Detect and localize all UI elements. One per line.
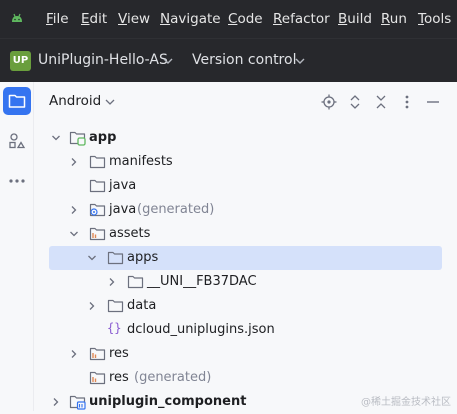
tool-window-strip xyxy=(0,82,34,411)
menu-run[interactable]: Run xyxy=(381,11,407,27)
tree-item-label: app xyxy=(89,130,117,145)
chevron-down-icon[interactable] xyxy=(69,229,79,239)
structure-tool-button[interactable] xyxy=(3,127,31,155)
locate-icon[interactable] xyxy=(320,93,338,111)
project-folder-icon xyxy=(8,94,26,108)
module-folder-icon xyxy=(69,131,86,146)
menu-label: ode xyxy=(237,11,263,27)
menu-label: dit xyxy=(89,11,108,27)
collapse-all-icon[interactable] xyxy=(372,93,390,111)
json-file-icon: {} xyxy=(107,321,122,335)
menu-mnemonic: R xyxy=(273,11,282,27)
tree-item-app[interactable]: app xyxy=(49,126,442,150)
structure-icon xyxy=(9,133,26,149)
tree-item-java[interactable]: java xyxy=(49,174,442,198)
resource-folder-icon xyxy=(89,371,106,385)
library-module-icon xyxy=(69,395,86,410)
menu-build[interactable]: Build xyxy=(338,11,372,27)
menu-label: iew xyxy=(126,11,151,27)
project-tool-button[interactable] xyxy=(3,87,31,115)
menu-navigate[interactable]: Navigate xyxy=(160,11,221,27)
chevron-down-icon[interactable] xyxy=(295,57,305,65)
chevron-right-icon[interactable] xyxy=(51,397,61,407)
main-menu-bar: File Edit View Navigate Code Refactor Bu… xyxy=(0,0,457,38)
folder-icon xyxy=(89,155,106,169)
tree-item-res-generated[interactable]: res (generated) xyxy=(49,366,442,390)
chevron-right-icon[interactable] xyxy=(69,349,79,359)
tree-item-hint: (generated) xyxy=(137,202,215,217)
expand-all-icon[interactable] xyxy=(346,93,364,111)
chevron-down-icon[interactable] xyxy=(87,253,97,263)
resource-folder-icon xyxy=(89,347,106,361)
chevron-down-icon[interactable] xyxy=(163,57,173,65)
hide-icon[interactable] xyxy=(424,93,442,111)
chevron-down-icon[interactable] xyxy=(105,98,115,106)
chevron-down-icon[interactable] xyxy=(51,133,61,143)
tree-item-uni-fb37dac[interactable]: __UNI__FB37DAC xyxy=(49,270,442,294)
more-tools-icon xyxy=(9,179,25,183)
tree-item-manifests[interactable]: manifests xyxy=(49,150,442,174)
tree-item-label: java xyxy=(109,178,137,193)
folder-icon xyxy=(107,251,124,265)
tree-item-label: apps xyxy=(127,250,159,265)
android-studio-icon[interactable] xyxy=(10,12,24,26)
folder-icon xyxy=(89,179,106,193)
tree-item-label: java xyxy=(109,202,137,217)
version-control-dropdown[interactable]: Version control xyxy=(192,52,296,68)
folder-icon xyxy=(127,275,144,289)
more-tools-button[interactable] xyxy=(3,167,31,195)
chevron-right-icon[interactable] xyxy=(69,205,79,215)
tree-item-data[interactable]: data xyxy=(49,294,442,318)
menu-code[interactable]: Code xyxy=(228,11,263,27)
folder-icon xyxy=(107,299,124,313)
watermark-text: @稀土掘金技术社区 xyxy=(361,397,451,408)
menu-label: efactor xyxy=(281,11,330,27)
menu-mnemonic: N xyxy=(160,11,171,27)
generated-folder-icon xyxy=(89,203,106,217)
menu-mnemonic: V xyxy=(118,11,127,27)
tree-item-label: res xyxy=(109,346,129,361)
tree-item-label: manifests xyxy=(109,154,173,169)
tree-item-java-generated[interactable]: java (generated) xyxy=(49,198,442,222)
menu-edit[interactable]: Edit xyxy=(81,11,107,27)
menu-tools[interactable]: Tools xyxy=(418,11,451,27)
options-icon[interactable] xyxy=(398,93,416,111)
menu-label: ile xyxy=(52,11,69,27)
menu-mnemonic: E xyxy=(81,11,90,27)
view-selector[interactable]: Android xyxy=(49,93,101,109)
menu-label: uild xyxy=(347,11,372,27)
tree-item-label: res xyxy=(109,370,129,385)
project-badge[interactable]: UP xyxy=(10,51,31,71)
project-panel: Android app manifests java java (generat… xyxy=(35,82,457,411)
menu-view[interactable]: View xyxy=(118,11,150,27)
chevron-right-icon[interactable] xyxy=(87,301,97,311)
project-toolbar: UP UniPlugin-Hello-AS Version control xyxy=(0,38,457,82)
menu-label: un xyxy=(389,11,407,27)
menu-label: ools xyxy=(423,11,452,27)
tree-item-label: data xyxy=(127,298,157,313)
tree-item-assets[interactable]: assets xyxy=(49,222,442,246)
menu-refactor[interactable]: Refactor xyxy=(273,11,330,27)
tree-item-label: assets xyxy=(109,226,151,241)
tree-item-res[interactable]: res xyxy=(49,342,442,366)
tree-item-label: dcloud_uniplugins.json xyxy=(127,322,275,337)
menu-label: avigate xyxy=(170,11,221,27)
chevron-right-icon[interactable] xyxy=(69,157,79,167)
tree-item-apps[interactable]: apps xyxy=(49,246,442,270)
tree-item-label: uniplugin_component xyxy=(89,394,247,409)
resource-folder-icon xyxy=(89,227,106,241)
tree-item-label: __UNI__FB37DAC xyxy=(147,274,257,289)
chevron-right-icon[interactable] xyxy=(107,277,117,287)
menu-mnemonic: R xyxy=(381,11,390,27)
tree-item-dcloud-uniplugins-json[interactable]: {} dcloud_uniplugins.json xyxy=(49,318,442,342)
menu-mnemonic: B xyxy=(338,11,348,27)
menu-file[interactable]: File xyxy=(46,11,69,27)
menu-mnemonic: F xyxy=(46,11,53,27)
project-name[interactable]: UniPlugin-Hello-AS xyxy=(38,52,168,68)
tree-item-hint: (generated) xyxy=(134,370,212,385)
